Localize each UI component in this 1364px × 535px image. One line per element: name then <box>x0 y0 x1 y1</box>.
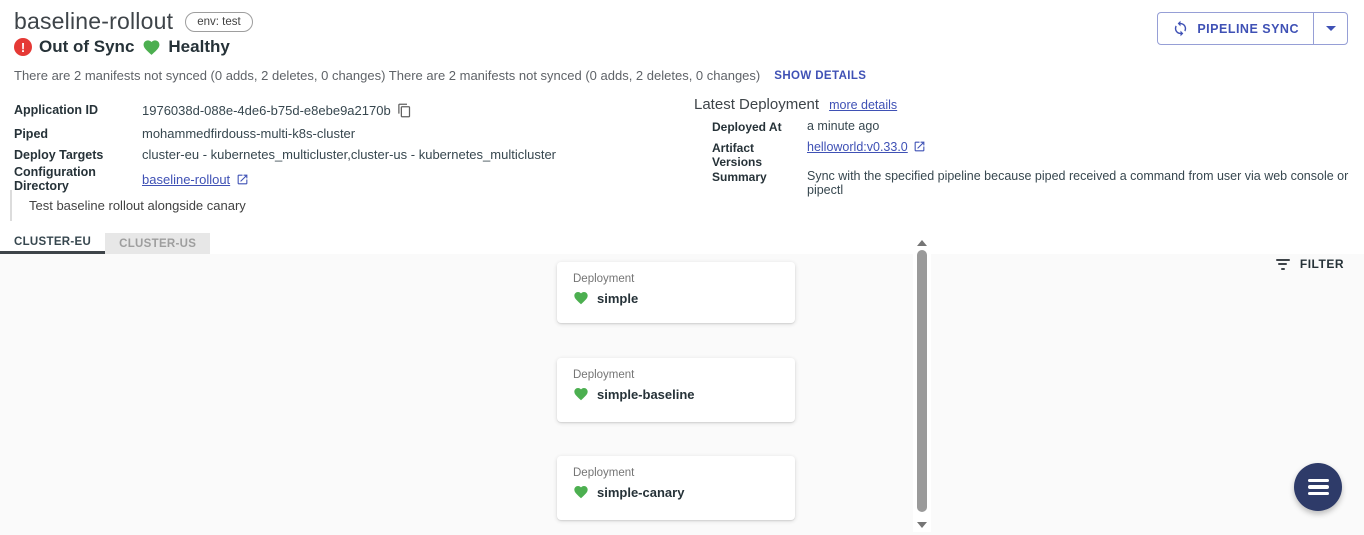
application-state-canvas: FILTER Deployment simple Deployment simp… <box>0 236 1364 535</box>
page-title: baseline-rollout <box>14 8 174 34</box>
hamburger-menu-icon <box>1307 478 1329 496</box>
detail-row-deploy-targets: Deploy Targets cluster-eu - kubernetes_m… <box>14 144 556 165</box>
more-details-link[interactable]: more details <box>829 98 897 112</box>
healthy-heart-icon <box>142 38 161 57</box>
deploy-targets-value: cluster-eu - kubernetes_multicluster,clu… <box>142 147 557 162</box>
chevron-down-icon <box>1325 26 1336 31</box>
app-header: baseline-rollout env: test PIPELINE SYNC… <box>0 0 1364 233</box>
filter-label: FILTER <box>1299 257 1344 271</box>
detail-row-config-directory: Configuration Directory baseline-rollout <box>14 165 556 193</box>
scroll-down-arrow-icon[interactable] <box>917 522 927 528</box>
deployed-at-value: a minute ago <box>807 119 880 133</box>
healthy-heart-icon <box>573 386 589 402</box>
tab-cluster-us[interactable]: CLUSTER-US <box>105 233 211 254</box>
resource-kind-label: Deployment <box>573 467 635 479</box>
copy-icon[interactable] <box>397 103 412 118</box>
status-row: ! Out of Sync Healthy <box>14 37 230 57</box>
resource-kind-label: Deployment <box>573 369 635 381</box>
env-chip: env: test <box>185 11 253 32</box>
detail-label: Deployed At <box>712 120 782 134</box>
external-link-icon <box>913 140 926 153</box>
sync-icon <box>1172 20 1189 37</box>
health-status-label: Healthy <box>168 37 230 56</box>
title-row: baseline-rollout env: test <box>14 8 253 35</box>
config-directory-link[interactable]: baseline-rollout <box>142 172 230 187</box>
piped-value: mohammedfirdouss-multi-k8s-cluster <box>142 126 356 141</box>
application-detail-list: Application ID 1976038d-088e-4de6-b75d-e… <box>14 97 556 194</box>
scrollbar-thumb[interactable] <box>917 250 927 512</box>
filter-list-icon <box>1275 258 1290 270</box>
summary-value: Sync with the specified pipeline because… <box>807 168 1349 197</box>
artifact-version-link[interactable]: helloworld:v0.33.0 <box>807 140 908 154</box>
detail-label: Summary <box>712 169 767 184</box>
resource-name: simple <box>597 290 639 306</box>
filter-button[interactable]: FILTER <box>1272 249 1348 279</box>
resource-name: simple-baseline <box>597 386 695 402</box>
vertical-scrollbar[interactable] <box>913 236 931 532</box>
healthy-heart-icon <box>573 290 589 306</box>
detail-label: Piped <box>14 126 49 141</box>
detail-label: Artifact Versions <box>712 140 763 169</box>
detail-row-summary: Summary Sync with the specified pipeline… <box>694 169 1350 197</box>
pipeline-sync-split-button: PIPELINE SYNC <box>1157 12 1348 45</box>
application-id-value: 1976038d-088e-4de6-b75d-e8ebe9a2170b <box>142 102 391 118</box>
external-link-icon <box>236 173 249 186</box>
detail-row-artifact-versions: Artifact Versions helloworld:v0.33.0 <box>694 140 1350 169</box>
pipeline-sync-label: PIPELINE SYNC <box>1197 21 1299 36</box>
cluster-tabbar: CLUSTER-EU CLUSTER-US <box>0 233 211 254</box>
latest-deployment-title: Latest Deployment <box>694 96 820 113</box>
resource-card-simple-canary[interactable]: Deployment simple-canary <box>557 456 795 520</box>
latest-deployment-section: Latest Deployment more details Deployed … <box>694 96 1350 197</box>
detail-label: Configuration Directory <box>14 165 96 193</box>
sync-options-dropdown-button[interactable] <box>1314 13 1347 44</box>
menu-fab-button[interactable] <box>1294 463 1342 511</box>
sync-reason-text: There are 2 manifests not synced (0 adds… <box>14 68 761 83</box>
health-status: Healthy <box>142 37 230 57</box>
application-detail-page: baseline-rollout env: test PIPELINE SYNC… <box>0 0 1364 535</box>
detail-row-deployed-at: Deployed At a minute ago <box>694 119 1350 140</box>
show-details-link[interactable]: SHOW DETAILS <box>774 70 866 82</box>
detail-label: Application ID <box>14 103 99 117</box>
out-of-sync-icon: ! <box>14 38 32 56</box>
application-description: Test baseline rollout alongside canary <box>10 190 246 221</box>
detail-row-application-id: Application ID 1976038d-088e-4de6-b75d-e… <box>14 97 556 123</box>
detail-label: Deploy Targets <box>14 147 104 162</box>
detail-row-piped: Piped mohammedfirdouss-multi-k8s-cluster <box>14 123 556 144</box>
sync-status-label: Out of Sync <box>39 37 135 56</box>
healthy-heart-icon <box>573 484 589 500</box>
resource-card-simple[interactable]: Deployment simple <box>557 262 795 323</box>
resource-kind-label: Deployment <box>573 273 635 285</box>
sync-reason-row: There are 2 manifests not synced (0 adds… <box>14 68 866 83</box>
pipeline-sync-button[interactable]: PIPELINE SYNC <box>1158 13 1314 44</box>
resource-card-simple-baseline[interactable]: Deployment simple-baseline <box>557 358 795 422</box>
tab-cluster-eu[interactable]: CLUSTER-EU <box>0 233 106 254</box>
sync-status: ! Out of Sync <box>14 37 134 57</box>
scroll-up-arrow-icon[interactable] <box>917 240 927 246</box>
resource-name: simple-canary <box>597 484 685 500</box>
